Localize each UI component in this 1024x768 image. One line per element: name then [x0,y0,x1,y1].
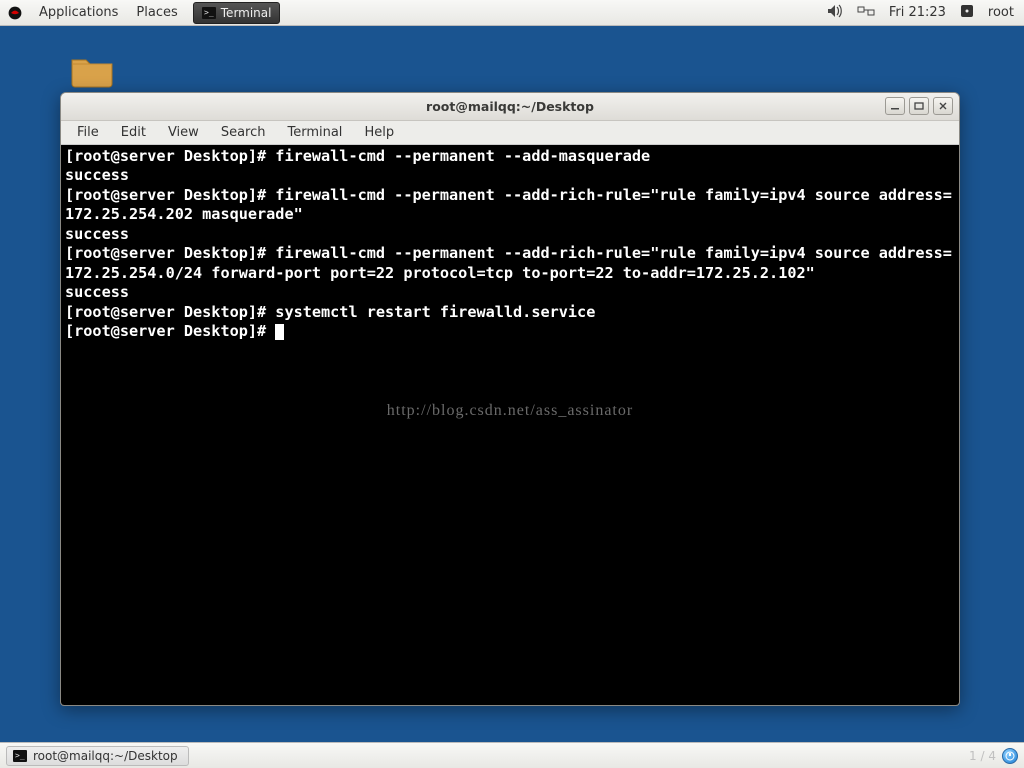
terminal-line: [root@server Desktop]# firewall-cmd --pe… [65,147,650,165]
menu-file[interactable]: File [67,123,109,142]
applications-menu[interactable]: Applications [30,0,127,25]
minimize-button[interactable] [885,97,905,115]
pager-label: 1 / 4 [969,749,996,763]
network-icon[interactable] [857,4,875,22]
panel-task-label: Terminal [221,6,272,20]
volume-icon[interactable] [827,4,843,22]
bottom-panel: >_ root@mailqq:~/Desktop 1 / 4 [0,742,1024,768]
window-controls [885,97,953,115]
terminal-body[interactable]: [root@server Desktop]# firewall-cmd --pe… [61,145,959,705]
panel-task-terminal[interactable]: >_ Terminal [193,2,281,24]
cursor [275,324,284,340]
terminal-line: success [65,283,129,301]
menubar: File Edit View Search Terminal Help [61,121,959,145]
system-tray: Fri 21:23 root [827,4,1024,22]
distro-icon [6,4,24,22]
menu-help[interactable]: Help [354,123,404,142]
terminal-line: success [65,166,129,184]
terminal-line: [root@server Desktop]# [65,322,275,340]
terminal-line: success [65,225,129,243]
terminal-icon: >_ [13,750,27,762]
window-title: root@mailqq:~/Desktop [426,99,594,114]
taskbar-item-label: root@mailqq:~/Desktop [33,749,178,763]
menu-search[interactable]: Search [211,123,276,142]
places-menu[interactable]: Places [127,0,186,25]
svg-text:>_: >_ [204,8,214,17]
maximize-button[interactable] [909,97,929,115]
close-button[interactable] [933,97,953,115]
bottom-right: 1 / 4 [969,748,1018,764]
home-folder-icon[interactable] [70,52,114,88]
logout-icon[interactable] [960,4,974,22]
terminal-window: root@mailqq:~/Desktop File Edit View Sea… [60,92,960,706]
watermark-text: http://blog.csdn.net/ass_assinator [61,401,959,421]
menu-edit[interactable]: Edit [111,123,156,142]
menu-view[interactable]: View [158,123,209,142]
top-panel: Applications Places >_ Terminal Fri 21:2… [0,0,1024,26]
taskbar-item-terminal[interactable]: >_ root@mailqq:~/Desktop [6,746,189,766]
menu-terminal[interactable]: Terminal [277,123,352,142]
svg-text:>_: >_ [15,751,25,760]
desktop: root@mailqq:~/Desktop File Edit View Sea… [0,26,1024,742]
terminal-icon: >_ [202,7,216,19]
workspace-indicator[interactable] [1002,748,1018,764]
clock[interactable]: Fri 21:23 [889,5,946,20]
terminal-line: [root@server Desktop]# firewall-cmd --pe… [65,186,952,223]
titlebar[interactable]: root@mailqq:~/Desktop [61,93,959,121]
user-label[interactable]: root [988,5,1014,20]
terminal-line: [root@server Desktop]# systemctl restart… [65,303,595,321]
terminal-line: [root@server Desktop]# firewall-cmd --pe… [65,244,952,281]
